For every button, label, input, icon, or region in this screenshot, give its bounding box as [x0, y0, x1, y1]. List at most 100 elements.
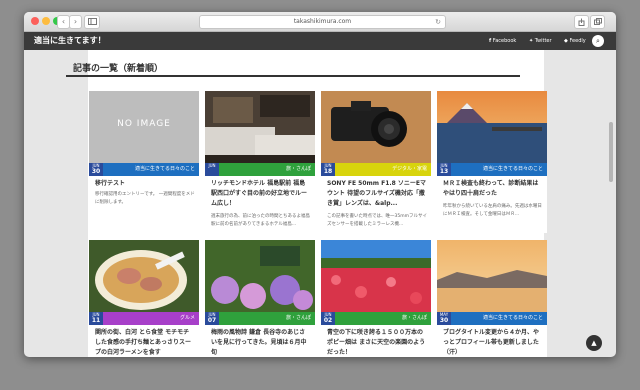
feedly-label: Feedly [569, 38, 586, 44]
feedly-icon: ◆ [564, 38, 568, 44]
date-badge: JUN 02 [321, 312, 335, 325]
date-day: 11 [91, 317, 101, 324]
camera-photo [321, 91, 431, 163]
date-badge: JUN 18 [321, 163, 335, 176]
facebook-link[interactable]: f Facebook [489, 32, 516, 50]
mount-fuji-photo [437, 91, 547, 163]
date-day: 02 [323, 317, 333, 324]
url-text: takashikimura.com [293, 18, 352, 25]
sunset-photo [437, 240, 547, 312]
category-bar: JUN 30 適当に生きてる日々のこと [89, 163, 199, 176]
chevron-right-icon: › [73, 17, 78, 26]
address-bar[interactable]: takashikimura.com ↻ [199, 15, 446, 29]
article-thumbnail[interactable] [437, 91, 547, 163]
date-badge: JUN 11 [89, 312, 103, 325]
article-excerpt: この記事を書いた時点では、唯一35mmフルサイズセンサーを搭載したミラーレス機.… [327, 214, 427, 227]
ramen-photo [89, 240, 199, 312]
date-badge: JUN 13 [437, 163, 451, 176]
feedly-link[interactable]: ◆ Feedly [564, 32, 586, 50]
article-card[interactable]: JUN 旅・さんぽ リッチモンドホテル 福島駅前 福島駅西口がすぐ目の前の好立地… [205, 91, 315, 233]
twitter-icon: ✦ [529, 38, 534, 44]
browser-titlebar: ‹ › takashikimura.com ↻ [24, 12, 616, 32]
scrollbar[interactable] [609, 122, 613, 182]
site-header: 適当に生きてます！ f Facebook ✦ Twitter ◆ Feedly … [24, 32, 616, 50]
article-thumbnail[interactable]: NO IMAGE [89, 91, 199, 163]
date-badge: MAY 30 [437, 312, 451, 325]
article-title[interactable]: 梅雨の風物詩 鎌倉 長谷寺のあじさいを見に行ってきた。見頃は６月中旬 [211, 328, 311, 357]
section-title: 記事の一覧（新着順） [73, 64, 164, 74]
date-day: 18 [323, 168, 333, 175]
category-label[interactable]: 適当に生きてる日々のこと [483, 163, 543, 176]
date-day: 30 [91, 168, 101, 175]
facebook-icon: f [489, 38, 492, 44]
site-title[interactable]: 適当に生きてます！ [34, 32, 106, 50]
article-excerpt: 移行確認用のエントリーです。 一週間程度をメドに削除します。 [95, 192, 195, 205]
article-excerpt: 昨年秋から続いている左肩の痛み。先週は水曜日にＭＲＩ検査。そして金曜日はＭＲ..… [443, 204, 542, 217]
hydrangea-photo [205, 240, 315, 312]
article-title[interactable]: 青空の下に咲き誇る１５００万本のポピー畑は まさに天空の楽園のようだった！ [327, 328, 427, 357]
category-label[interactable]: グルメ [180, 312, 195, 325]
date-month: JUN [208, 163, 216, 168]
category-bar: JUN 13 適当に生きてる日々のこと [437, 163, 547, 176]
minimize-window-button[interactable] [42, 17, 50, 25]
category-label[interactable]: デジタル・家電 [392, 163, 427, 176]
article-thumbnail[interactable] [205, 240, 315, 312]
search-icon: ⌕ [596, 37, 600, 45]
no-image-text: NO IMAGE [117, 119, 171, 129]
hotel-room-photo [205, 91, 315, 163]
reload-icon[interactable]: ↻ [435, 16, 441, 28]
twitter-link[interactable]: ✦ Twitter [529, 32, 552, 50]
article-title[interactable]: ＭＲＩ検査も終わって、診断結果はやはり四十肩だった [443, 179, 543, 199]
date-badge: JUN 07 [205, 312, 219, 325]
section-divider [66, 75, 520, 77]
article-thumbnail[interactable] [321, 240, 431, 312]
category-bar: JUN 02 旅・さんぽ [321, 312, 431, 325]
category-bar: JUN 07 旅・さんぽ [205, 312, 315, 325]
category-label[interactable]: 旅・さんぽ [402, 312, 427, 325]
article-thumbnail[interactable] [89, 240, 199, 312]
article-thumbnail[interactable] [205, 91, 315, 163]
article-card[interactable]: JUN 18 デジタル・家電 SONY FE 50mm F1.8 ソニーEマウント… [321, 91, 431, 233]
article-card[interactable]: JUN 11 グルメ 関所の街、白河 とら食堂 モチモチした食感の手打ち麺とあっさ… [89, 240, 199, 357]
article-card[interactable]: JUN 13 適当に生きてる日々のこと ＭＲＩ検査も終わって、診断結果はやはり四十… [437, 91, 547, 233]
article-excerpt: 週末旅行の為、前に泊ったの時間とちあるよ福島駅に前の名前がありてきまるホテル福島… [211, 214, 310, 227]
chevron-left-icon: ‹ [61, 17, 66, 26]
article-thumbnail[interactable] [437, 240, 547, 312]
date-badge: JUN [205, 163, 219, 176]
category-label[interactable]: 旅・さんぽ [286, 312, 311, 325]
category-bar: MAY 30 適当に生きてる日々のこと [437, 312, 547, 325]
arrow-up-icon: ▲ [591, 339, 597, 347]
sidebar-button[interactable] [84, 15, 100, 29]
category-label[interactable]: 適当に生きてる日々のこと [135, 163, 195, 176]
twitter-label: Twitter [534, 38, 552, 44]
share-icon [578, 18, 585, 26]
category-label[interactable]: 旅・さんぽ [286, 163, 311, 176]
date-badge: JUN 30 [89, 163, 103, 176]
close-window-button[interactable] [31, 17, 39, 25]
article-thumbnail[interactable] [321, 91, 431, 163]
article-card[interactable]: JUN 07 旅・さんぽ 梅雨の風物詩 鎌倉 長谷寺のあじさいを見に行ってきた。見… [205, 240, 315, 357]
category-bar: JUN 18 デジタル・家電 [321, 163, 431, 176]
article-title[interactable]: SONY FE 50mm F1.8 ソニーEマウント 待望のフルサイズ機対応「撒… [327, 179, 427, 209]
share-button[interactable] [574, 15, 589, 29]
facebook-label: Facebook [492, 38, 517, 44]
date-day: 30 [439, 317, 449, 324]
article-title[interactable]: リッチモンドホテル 福島駅前 福島駅西口がすぐ目の前の好立地でルーム広し！ [211, 179, 311, 209]
date-day: 13 [439, 168, 449, 175]
article-card[interactable]: MAY 30 適当に生きてる日々のこと ブログタイトル変更から４か月、やっとプロフ… [437, 240, 547, 357]
search-button[interactable]: ⌕ [592, 35, 604, 47]
category-label[interactable]: 適当に生きてる日々のこと [483, 312, 543, 325]
poppy-field-photo [321, 240, 431, 312]
forward-button[interactable]: › [69, 15, 82, 29]
category-bar: JUN 11 グルメ [89, 312, 199, 325]
tabs-button[interactable] [590, 15, 605, 29]
back-to-top-button[interactable]: ▲ [586, 335, 602, 351]
article-card[interactable]: JUN 02 旅・さんぽ 青空の下に咲き誇る１５００万本のポピー畑は まさに天空の… [321, 240, 431, 357]
date-day: 07 [207, 317, 217, 324]
article-title[interactable]: 移行テスト [95, 179, 195, 189]
article-title[interactable]: ブログタイトル変更から４か月、やっとプロフィール帯も更新しました（汗） [443, 328, 543, 357]
article-title[interactable]: 関所の街、白河 とら食堂 モチモチした食感の手打ち麺とあっさりスープの白河ラーメ… [95, 328, 195, 357]
category-bar: JUN 旅・さんぽ [205, 163, 315, 176]
tabs-icon [593, 18, 602, 25]
article-card[interactable]: NO IMAGE JUN 30 適当に生きてる日々のこと 移行テスト 移行確認用の… [89, 91, 199, 233]
